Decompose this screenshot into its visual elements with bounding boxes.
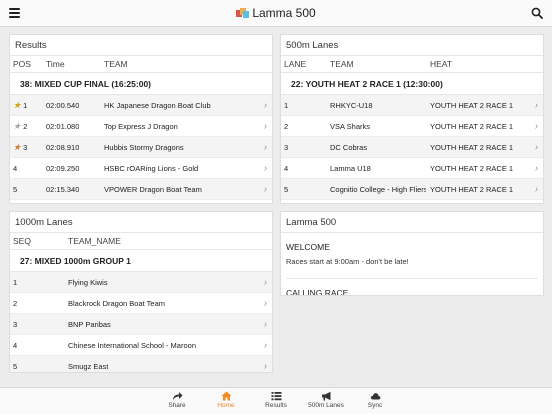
table-row[interactable]: 4 02:09.250 HSBC rOARing Lions - Gold › bbox=[10, 158, 272, 179]
column-seq: SEQ bbox=[13, 236, 31, 246]
column-team: TEAM bbox=[330, 59, 354, 69]
column-team: TEAM bbox=[104, 59, 128, 69]
column-time: Time bbox=[46, 59, 65, 69]
silver-star-icon: ★ bbox=[13, 121, 22, 131]
chevron-right-icon: › bbox=[535, 163, 538, 173]
lanes1000-title: 1000m Lanes bbox=[10, 212, 272, 233]
news-heading: WELCOME bbox=[286, 242, 330, 252]
chevron-right-icon: › bbox=[264, 277, 267, 287]
table-row[interactable]: 2 VSA Sharks YOUTH HEAT 2 RACE 1 › bbox=[281, 116, 543, 137]
lanes500-title: 500m Lanes bbox=[281, 35, 543, 56]
search-icon[interactable] bbox=[531, 7, 543, 19]
chevron-right-icon: › bbox=[264, 121, 267, 131]
results-title: Results bbox=[10, 35, 272, 56]
gold-star-icon: ★ bbox=[13, 100, 22, 110]
table-row[interactable]: 5 02:15.340 VPOWER Dragon Boat Team › bbox=[10, 179, 272, 200]
table-row[interactable]: 1 Flying Kiwis › bbox=[10, 272, 272, 293]
table-row[interactable]: ★ 1 02:00.540 HK Japanese Dragon Boat Clu… bbox=[10, 95, 272, 116]
bronze-star-icon: ★ bbox=[13, 142, 22, 152]
results-column-header: POS Time TEAM bbox=[10, 56, 272, 73]
app-title-text: Lamma 500 bbox=[252, 6, 316, 20]
chevron-right-icon: › bbox=[264, 142, 267, 152]
table-row[interactable]: 5 Cognitio College - High Fliers YOUTH H… bbox=[281, 179, 543, 200]
tab-sync[interactable]: Sync bbox=[345, 391, 405, 409]
table-row[interactable]: 4 Chinese International School - Maroon … bbox=[10, 335, 272, 356]
table-row[interactable]: ★ 3 02:08.910 Hubbis Stormy Dragons › bbox=[10, 137, 272, 158]
chevron-right-icon: › bbox=[264, 361, 267, 371]
news-body: Races start at 9:00am - don't be late! bbox=[286, 252, 538, 279]
table-row[interactable]: 3 DC Cobras YOUTH HEAT 2 RACE 1 › bbox=[281, 137, 543, 158]
column-lane: LANE bbox=[284, 59, 307, 69]
chevron-right-icon: › bbox=[264, 298, 267, 308]
news-item[interactable]: WELCOME Races start at 9:00am - don't be… bbox=[281, 233, 543, 279]
chevron-right-icon: › bbox=[264, 163, 267, 173]
table-row[interactable]: ★ 2 02:01.080 Top Express J Dragon › bbox=[10, 116, 272, 137]
news-title: Lamma 500 bbox=[281, 212, 543, 233]
results-group-header: 38: MIXED CUP FINAL (16:25:00) bbox=[10, 73, 272, 95]
app-logo-icon bbox=[236, 8, 250, 18]
share-icon bbox=[172, 392, 182, 400]
news-item[interactable]: CALLING RACE bbox=[281, 279, 543, 296]
lanes1000-panel: 1000m Lanes SEQ TEAM_NAME 27: MIXED 1000… bbox=[9, 211, 273, 373]
column-pos: POS bbox=[13, 59, 31, 69]
table-row[interactable]: 1 RHKYC-U18 YOUTH HEAT 2 RACE 1 › bbox=[281, 95, 543, 116]
table-row[interactable]: 2 Blackrock Dragon Boat Team › bbox=[10, 293, 272, 314]
lanes1000-column-header: SEQ TEAM_NAME bbox=[10, 233, 272, 250]
table-row[interactable]: 4 Lamma U18 YOUTH HEAT 2 RACE 1 › bbox=[281, 158, 543, 179]
tab-bar: Share Home Results 500m Lanes Sync bbox=[0, 387, 552, 414]
chevron-right-icon: › bbox=[264, 340, 267, 350]
lanes1000-group-header: 27: MIXED 1000m GROUP 1 bbox=[10, 250, 272, 272]
chevron-right-icon: › bbox=[264, 319, 267, 329]
megaphone-icon bbox=[321, 391, 330, 401]
chevron-right-icon: › bbox=[264, 100, 267, 110]
lanes500-panel: 500m Lanes LANE TEAM HEAT 22: YOUTH HEAT… bbox=[280, 34, 544, 204]
app-title: Lamma 500 bbox=[0, 6, 552, 20]
table-row[interactable]: 3 BNP Paribas › bbox=[10, 314, 272, 335]
top-bar: Lamma 500 bbox=[0, 0, 552, 27]
chevron-right-icon: › bbox=[535, 100, 538, 110]
chevron-right-icon: › bbox=[535, 121, 538, 131]
column-heat: HEAT bbox=[430, 59, 453, 69]
list-icon bbox=[271, 392, 281, 401]
table-row[interactable]: 5 Smugz East › bbox=[10, 356, 272, 372]
lanes500-column-header: LANE TEAM HEAT bbox=[281, 56, 543, 73]
home-icon bbox=[221, 391, 231, 401]
lanes500-group-header: 22: YOUTH HEAT 2 RACE 1 (12:30:00) bbox=[281, 73, 543, 95]
news-heading: CALLING RACE bbox=[286, 288, 349, 296]
chevron-right-icon: › bbox=[535, 142, 538, 152]
news-panel: Lamma 500 WELCOME Races start at 9:00am … bbox=[280, 211, 544, 296]
results-panel: Results POS Time TEAM 38: MIXED CUP FINA… bbox=[9, 34, 273, 204]
column-team-name: TEAM_NAME bbox=[68, 236, 121, 246]
chevron-right-icon: › bbox=[535, 184, 538, 194]
chevron-right-icon: › bbox=[264, 184, 267, 194]
cloud-icon bbox=[370, 393, 380, 400]
